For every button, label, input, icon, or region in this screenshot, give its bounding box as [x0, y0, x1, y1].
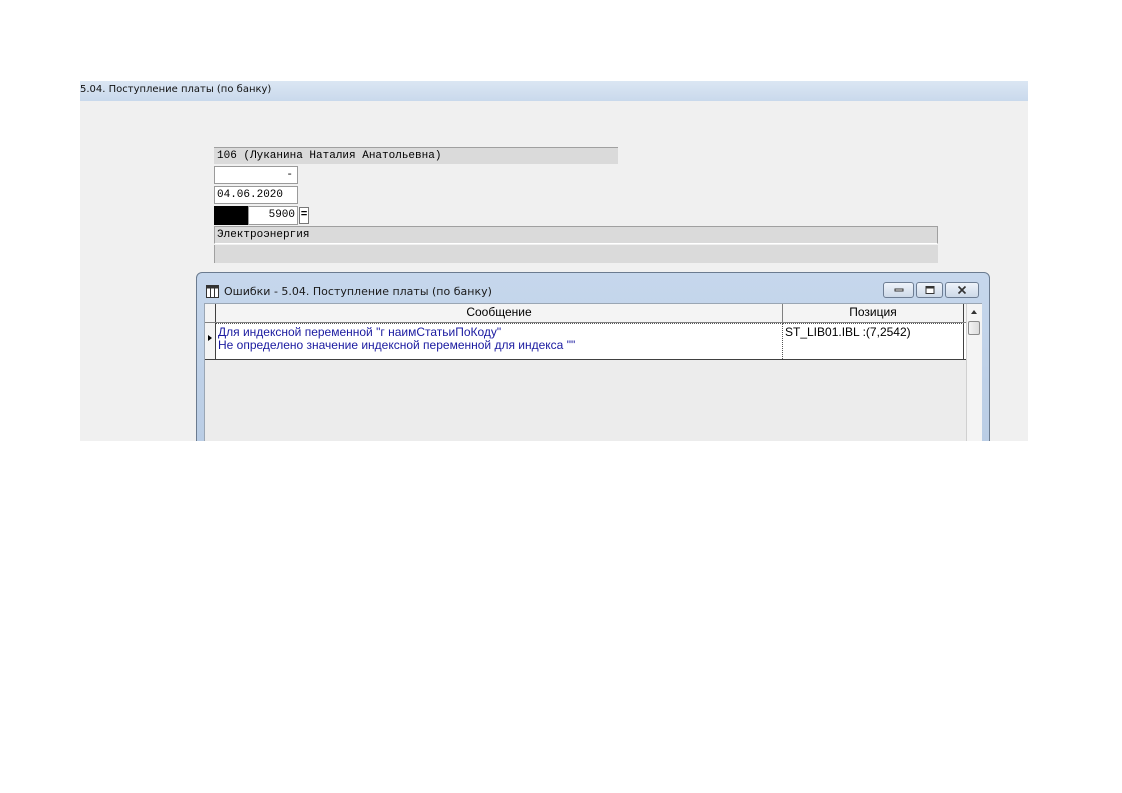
- maximize-button[interactable]: [916, 282, 943, 298]
- current-row-arrow-icon: [208, 335, 212, 341]
- errors-grid: Сообщение Позиция Для индексной переменн…: [205, 304, 966, 441]
- minimize-button[interactable]: [883, 282, 914, 298]
- scroll-thumb[interactable]: [968, 321, 980, 335]
- close-button[interactable]: [945, 282, 979, 298]
- row-indicator-cell[interactable]: [205, 323, 216, 359]
- payer-field[interactable]: 106 (Луканина Наталия Анатольевна): [214, 147, 618, 164]
- table-row[interactable]: Для индексной переменной "г наимСтатьиПо…: [205, 323, 966, 360]
- error-dialog-title: Ошибки - 5.04. Поступление платы (по бан…: [224, 285, 492, 298]
- position-cell[interactable]: ST_LIB01.IBL :(7,2542): [783, 323, 964, 359]
- header-indicator-cell: [205, 304, 216, 322]
- maximize-icon: [925, 286, 934, 294]
- main-title-bar[interactable]: 5.04. Поступление платы (по банку): [80, 81, 1028, 101]
- close-icon: [957, 285, 967, 295]
- date-field[interactable]: 04.06.2020: [214, 186, 298, 204]
- calculate-button[interactable]: =: [299, 207, 309, 224]
- main-window-title: 5.04. Поступление платы (по банку): [80, 84, 272, 95]
- grid-window-icon: [206, 285, 219, 298]
- message-line: Не определено значение индексной перемен…: [218, 338, 576, 352]
- vertical-scrollbar[interactable]: [966, 304, 982, 441]
- grid-header: Сообщение Позиция: [205, 304, 966, 323]
- scroll-up-arrow-icon: [971, 310, 977, 314]
- extra-field[interactable]: [214, 245, 938, 263]
- header-position[interactable]: Позиция: [783, 304, 964, 322]
- main-window: 5.04. Поступление платы (по банку) 106 (…: [80, 81, 1028, 441]
- error-dialog: Ошибки - 5.04. Поступление платы (по бан…: [196, 272, 990, 441]
- article-field[interactable]: Электроэнергия: [214, 226, 938, 244]
- error-dialog-content: Сообщение Позиция Для индексной переменн…: [204, 303, 982, 441]
- amount-prefix-field[interactable]: [214, 206, 248, 225]
- amount-field[interactable]: 5900: [248, 206, 298, 225]
- document-number-field[interactable]: -: [214, 166, 298, 184]
- message-cell[interactable]: Для индексной переменной "г наимСтатьиПо…: [216, 323, 783, 359]
- minimize-icon: [894, 288, 903, 292]
- scroll-up-button[interactable]: [967, 304, 982, 320]
- header-message[interactable]: Сообщение: [216, 304, 783, 322]
